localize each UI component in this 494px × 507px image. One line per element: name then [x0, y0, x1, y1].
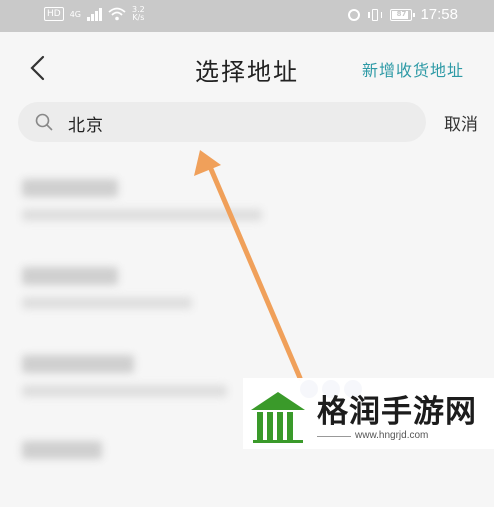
result-name: [22, 441, 102, 459]
cancel-button[interactable]: 取消: [444, 110, 478, 135]
watermark-logo-icon: [251, 392, 305, 443]
vibrate-icon: [368, 8, 383, 22]
status-right: 87 17:58: [348, 6, 458, 23]
add-address-button[interactable]: 新增收货地址: [362, 57, 464, 81]
hd-badge: HD: [44, 7, 64, 21]
result-name: [22, 179, 118, 197]
watermark-divider: [317, 436, 351, 437]
result-address: [22, 209, 262, 221]
list-item[interactable]: [0, 165, 494, 245]
status-bar: HD 4G 3.2 K/s 87 17:58: [0, 0, 494, 32]
search-icon: [35, 113, 53, 131]
header: 选择地址 新增收货地址: [0, 32, 494, 104]
clock: 17:58: [420, 6, 458, 23]
network-type: 4G: [69, 9, 81, 19]
wifi-icon: [108, 7, 126, 21]
result-address: [22, 385, 227, 397]
search-input[interactable]: 北京: [18, 102, 426, 142]
chevron-left-icon[interactable]: [24, 54, 52, 82]
battery-icon: 87: [390, 8, 416, 21]
speed-unit: K/s: [132, 13, 145, 22]
watermark-name: 格润手游网: [317, 394, 477, 430]
list-item[interactable]: [0, 253, 494, 333]
result-name: [22, 267, 118, 285]
battery-level: 87: [396, 9, 407, 18]
search-value[interactable]: 北京: [68, 111, 104, 136]
network-speed: 3.2 K/s: [132, 6, 145, 22]
page-title: 选择地址: [195, 58, 299, 86]
result-name: [22, 355, 134, 373]
result-address: [22, 297, 192, 309]
signal-icon: [87, 7, 102, 21]
status-left: HD 4G 3.2 K/s: [44, 6, 145, 22]
alarm-icon: [348, 8, 361, 21]
watermark-url: www.hngrjd.com: [355, 430, 429, 441]
watermark: 格润手游网 www.hngrjd.com: [243, 378, 494, 449]
